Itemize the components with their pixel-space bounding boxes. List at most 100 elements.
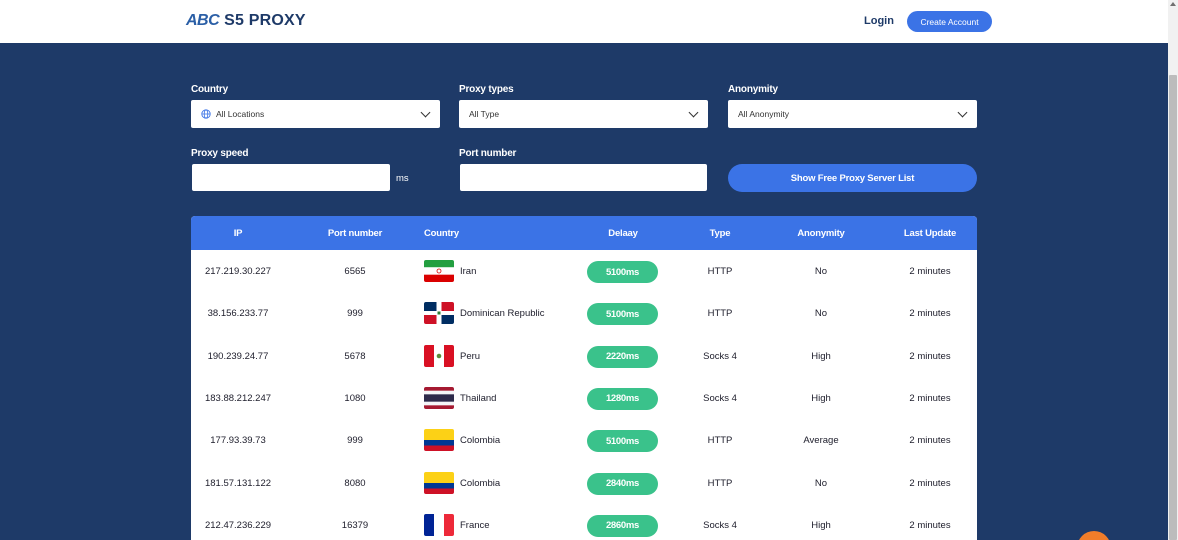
column-header-country: Country: [424, 228, 460, 239]
country-cell: Iran: [460, 266, 477, 277]
country-cell: Colombia: [460, 477, 501, 489]
country-flag-icon: [424, 471, 454, 494]
scroll-up-arrow-icon[interactable]: [1170, 2, 1176, 6]
anonymity-select-value: All Anonymity: [738, 109, 790, 119]
port-cell: 999: [347, 308, 363, 320]
ip-cell: 183.88.212.247: [204, 392, 272, 404]
table-row: 181.57.131.122 8080 Colombia 2840ms HTTP No 2 …: [191, 462, 977, 504]
anonymity-cell: No: [814, 477, 828, 489]
proxy-types-select-value: All Type: [469, 109, 500, 119]
country-cell: France: [460, 519, 490, 531]
type-cell: HTTP: [707, 477, 733, 489]
last-update-cell: 2 minutes: [909, 477, 951, 489]
country-flag-icon: [424, 344, 454, 367]
logo-abc: ABC: [186, 12, 220, 29]
ip-cell: 217.219.30.227: [204, 266, 272, 277]
column-header-port: Port number: [327, 228, 383, 239]
logo-text: S5 PROXY: [224, 12, 306, 29]
last-update-cell: 2 minutes: [909, 519, 951, 531]
port-number-input[interactable]: [460, 164, 707, 191]
anonymity-cell: High: [811, 519, 831, 531]
port-number-label: Port number: [459, 148, 517, 159]
port-cell: 1080: [344, 392, 366, 404]
delay-badge: 2840ms: [587, 472, 658, 495]
type-cell: Socks 4: [703, 350, 737, 362]
table-row: 183.88.212.247 1080 Thailand 1280ms Socks 4 H…: [191, 377, 977, 419]
table-row: 177.93.39.73 999 Colombia 5100ms HTTP Average…: [191, 419, 977, 461]
port-cell: 5678: [344, 350, 366, 362]
proxy-speed-label: Proxy speed: [191, 148, 249, 159]
anonymity-label: Anonymity: [728, 84, 778, 95]
country-flag-icon: [424, 260, 454, 282]
proxy-speed-input[interactable]: [192, 164, 390, 191]
country-cell: Colombia: [460, 435, 501, 447]
last-update-cell: 2 minutes: [909, 308, 951, 320]
delay-badge: 1280ms: [587, 387, 658, 410]
scrollbar-thumb[interactable]: [1169, 75, 1177, 540]
ip-cell: 38.156.233.77: [207, 308, 269, 320]
anonymity-cell: No: [814, 308, 828, 320]
delay-badge: 5100ms: [587, 261, 658, 283]
ip-cell: 177.93.39.73: [210, 435, 266, 447]
anonymity-select[interactable]: All Anonymity: [728, 100, 977, 128]
type-cell: HTTP: [707, 435, 733, 447]
delay-badge: 2220ms: [587, 345, 658, 368]
table-row: 217.219.30.227 6565 Iran 5100ms HTTP No 2 minu…: [191, 250, 977, 292]
country-cell: Dominican Republic: [460, 308, 545, 320]
type-cell: Socks 4: [703, 519, 737, 531]
last-update-cell: 2 minutes: [909, 392, 951, 404]
country-label: Country: [191, 84, 228, 95]
column-header-type: Type: [709, 228, 731, 239]
type-cell: Socks 4: [703, 392, 737, 404]
last-update-cell: 2 minutes: [909, 350, 951, 362]
column-header-ip: IP: [233, 228, 243, 239]
table-row: 190.239.24.77 5678 Peru 2220ms Socks 4 High 2 …: [191, 335, 977, 377]
port-cell: 999: [347, 435, 363, 447]
last-update-cell: 2 minutes: [909, 266, 951, 277]
country-cell: Peru: [460, 350, 481, 362]
table-row: 38.156.233.77 999 Dominican Republic 5100ms…: [191, 292, 977, 334]
country-cell: Thailand: [460, 392, 497, 404]
ip-cell: 212.47.236.229: [204, 519, 272, 531]
type-cell: HTTP: [707, 266, 733, 277]
country-flag-icon: [424, 429, 454, 452]
globe-icon: [201, 109, 211, 119]
last-update-cell: 2 minutes: [909, 435, 951, 447]
country-select[interactable]: All Locations: [191, 100, 440, 128]
column-header-delay: Delaay: [608, 228, 638, 239]
chevron-down-icon: [420, 107, 431, 118]
anonymity-cell: High: [811, 350, 831, 362]
delay-badge: 5100ms: [587, 303, 658, 326]
logo[interactable]: ABC S5 PROXY: [186, 12, 306, 30]
proxy-speed-unit: ms: [396, 173, 409, 184]
port-cell: 6565: [344, 266, 366, 277]
column-header-last-update: Last Update: [903, 228, 957, 239]
top-header: ABC S5 PROXY Login Create Account: [0, 0, 1168, 43]
proxy-table: IP Port number Country Delaay Type Anony…: [191, 216, 977, 540]
table-header: IP Port number Country Delaay Type Anony…: [191, 216, 977, 250]
anonymity-cell: No: [814, 266, 828, 277]
chat-icon[interactable]: [1077, 531, 1111, 540]
port-cell: 16379: [341, 519, 369, 531]
proxy-types-label: Proxy types: [459, 84, 514, 95]
country-flag-icon: [424, 513, 454, 536]
delay-badge: 2860ms: [587, 514, 658, 537]
delay-badge: 5100ms: [587, 430, 658, 453]
anonymity-cell: Average: [803, 435, 839, 447]
country-select-value: All Locations: [216, 109, 265, 119]
type-cell: HTTP: [707, 308, 733, 320]
ip-cell: 190.239.24.77: [207, 350, 269, 362]
country-flag-icon: [424, 302, 454, 325]
country-flag-icon: [424, 386, 454, 409]
chevron-down-icon: [957, 107, 968, 118]
table-row: 212.47.236.229 16379 France 2860ms Socks 4 Hi…: [191, 504, 977, 540]
proxy-types-select[interactable]: All Type: [459, 100, 708, 128]
column-header-anonymity: Anonymity: [797, 228, 845, 239]
port-cell: 8080: [344, 477, 366, 489]
chevron-down-icon: [688, 107, 699, 118]
create-account-button[interactable]: Create Account: [907, 11, 992, 32]
show-proxy-list-button[interactable]: Show Free Proxy Server List: [728, 164, 977, 192]
anonymity-cell: High: [811, 392, 831, 404]
ip-cell: 181.57.131.122: [204, 477, 272, 489]
login-link[interactable]: Login: [864, 15, 894, 27]
